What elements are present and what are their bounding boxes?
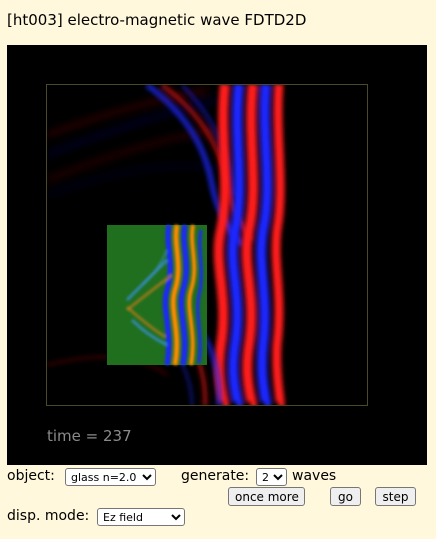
glass-object (107, 224, 207, 366)
disp-mode-select[interactable]: Ez field (97, 508, 185, 526)
waves-label: waves (292, 468, 337, 484)
object-label: object: (7, 468, 55, 484)
generate-label: generate: (181, 468, 250, 484)
page-title: [ht003] electro-magnetic wave FDTD2D (7, 11, 307, 29)
object-select[interactable]: glass n=2.0 (65, 468, 156, 486)
go-button[interactable]: go (330, 487, 361, 506)
simulation-canvas[interactable]: time = 237 (7, 45, 427, 465)
disp-mode-label: disp. mode: (7, 508, 90, 524)
once-more-button[interactable]: once more (228, 487, 305, 506)
field-plot (46, 84, 368, 406)
generate-count-select[interactable]: 2 (256, 468, 287, 486)
time-readout: time = 237 (47, 427, 132, 445)
step-button[interactable]: step (375, 487, 416, 506)
